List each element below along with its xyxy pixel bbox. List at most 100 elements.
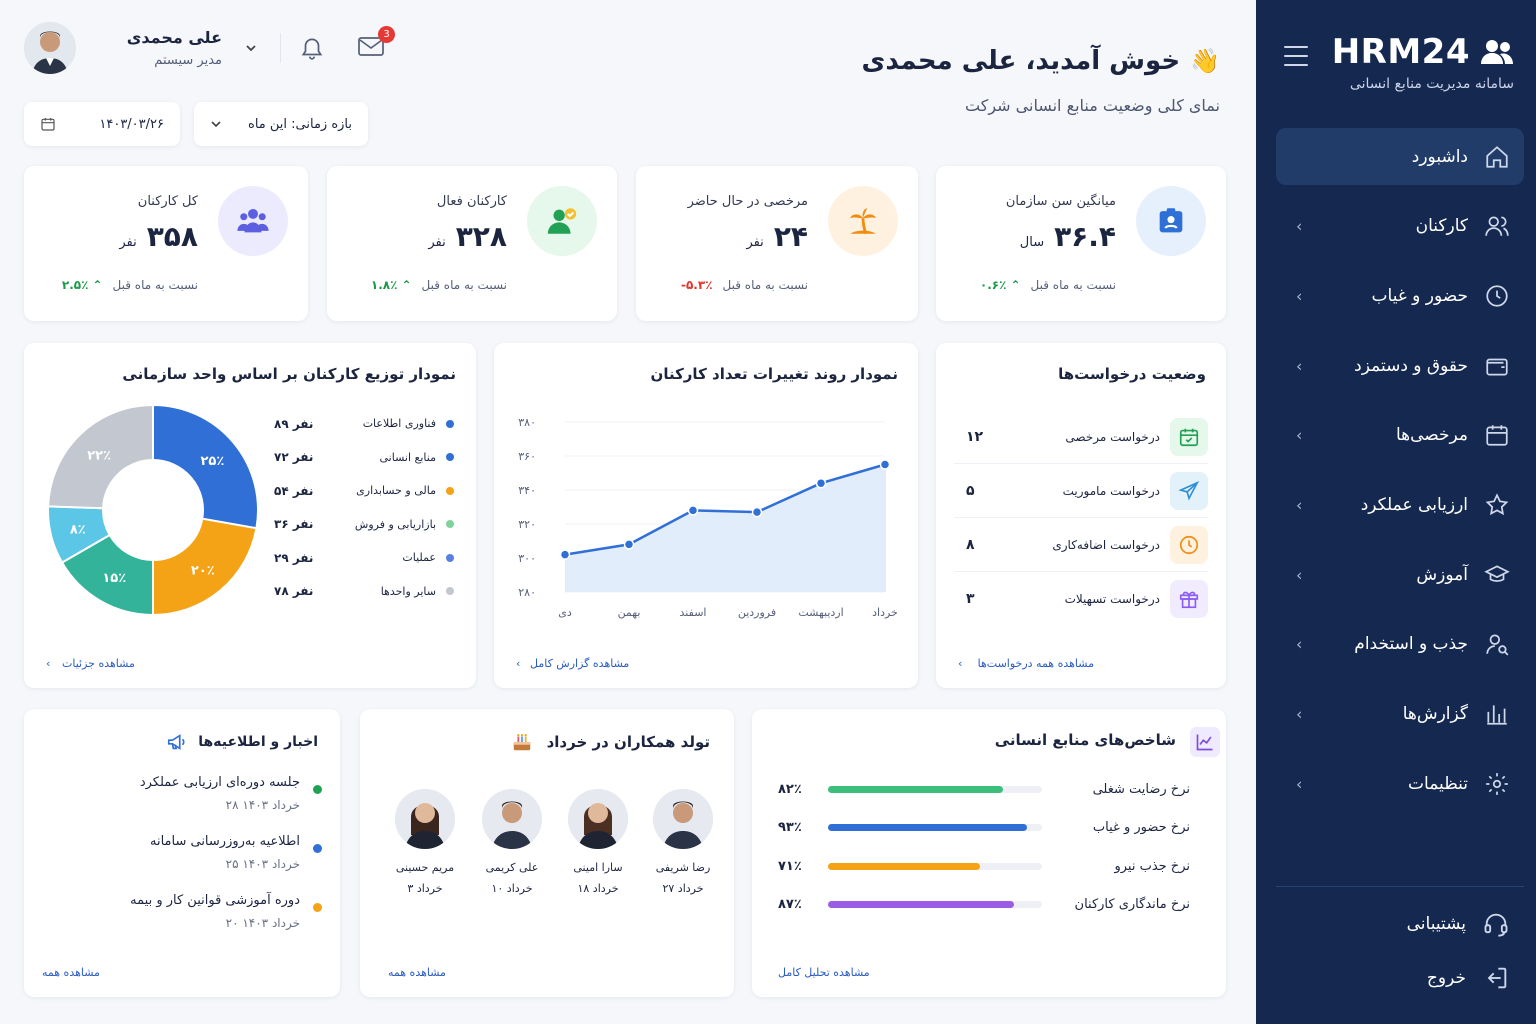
birthday-person[interactable]: سارا امینی ۱۸ خرداد <box>563 789 633 895</box>
kpi-progress-track <box>828 785 1042 793</box>
arrow-up-icon: ⌃ <box>1010 278 1021 292</box>
data-point[interactable] <box>687 505 699 516</box>
sidebar-item-4[interactable]: ‹ مرخصی‌ها <box>1276 407 1524 464</box>
sidebar-item-logout[interactable]: خروج <box>1427 964 1510 992</box>
stat-card: کارکنان فعال ۳۲۸ نفر نسبت به ماه قبل ⌃ ۱.۸٪ <box>327 166 617 321</box>
news-item[interactable]: جلسه دوره‌ای ارزیابی عملکرد ۲۸ خرداد ۱۴۰۳ <box>60 775 322 812</box>
sidebar-item-label: حقوق و دستمزد <box>1354 355 1468 376</box>
request-row[interactable]: ۵ درخواست ماموریت <box>954 464 1208 518</box>
sidebar-item-6[interactable]: ‹ آموزش <box>1276 546 1524 603</box>
data-point[interactable] <box>879 459 891 470</box>
legend-value: ۷۸ نفر <box>274 584 314 598</box>
date-picker[interactable]: ۱۴۰۳/۰۳/۲۶ <box>24 102 180 146</box>
sidebar-item-9[interactable]: ‹ تنظیمات <box>1276 755 1524 812</box>
mail-button[interactable]: 3 <box>357 26 395 62</box>
news-dot <box>313 785 322 794</box>
chevron-left-icon: ‹ <box>516 657 521 670</box>
news-headline: دوره آموزشی قوانین کار و بیمه <box>130 893 300 908</box>
menu-toggle-icon[interactable] <box>1284 46 1308 66</box>
chevron-down-icon[interactable] <box>244 41 258 55</box>
graduation-cap-icon <box>1484 562 1510 588</box>
x-tick-label: دی <box>558 606 572 619</box>
request-row[interactable]: ۳ درخواست تسهیلات <box>954 572 1208 626</box>
view-all-birthdays-link[interactable]: مشاهده همه <box>388 966 446 979</box>
sidebar-item-0[interactable]: داشبورد <box>1276 128 1524 185</box>
stat-compare-label: نسبت به ماه قبل <box>722 278 808 292</box>
stat-value: ۲۴ <box>773 220 808 253</box>
avatar[interactable] <box>24 22 76 74</box>
kpi-title: شاخص‌های منابع انسانی <box>994 731 1176 749</box>
news-item[interactable]: دوره آموزشی قوانین کار و بیمه ۲۰ خرداد ۱۴… <box>60 893 322 930</box>
kpi-label: نرخ حضور و غیاب <box>1092 820 1190 835</box>
legend-item: ۵۴ نفر مالی و حسابداری <box>274 483 454 498</box>
brand-subtitle: سامانه مدیریت منابع انسانی <box>1349 76 1514 92</box>
birthday-person[interactable]: رضا شریفی ۲۷ خرداد <box>648 789 718 895</box>
kpi-row: نرخ رضایت شغلی ۸۲٪ <box>778 779 1190 799</box>
chevron-left-icon: ‹ <box>1296 286 1303 306</box>
legend-dot <box>446 453 454 461</box>
news-title: اخبار و اطلاعیه‌ها <box>198 734 318 750</box>
birthday-date: ۱۰ خرداد <box>491 882 533 895</box>
employee-trend-card: نمودار روند تغییرات تعداد کارکنان ۲۸۰ ۳۰۰… <box>494 343 918 688</box>
request-label: درخواست مرخصی <box>1065 429 1160 444</box>
chevron-left-icon: ‹ <box>46 657 51 670</box>
birthday-date: ۲۷ خرداد <box>662 882 704 895</box>
data-point[interactable] <box>815 477 827 489</box>
view-full-report-label: مشاهده گزارش کامل <box>530 657 630 670</box>
legend-value: ۵۴ نفر <box>274 483 314 498</box>
request-row[interactable]: ۸ درخواست اضافه‌کاری <box>954 518 1208 572</box>
view-full-report-link[interactable]: مشاهده گزارش کامل <box>530 657 629 670</box>
user-menu[interactable]: علی محمدی مدیر سیستم 3 <box>24 22 395 74</box>
view-all-requests-link[interactable]: مشاهده همه درخواست‌ها <box>978 657 1094 670</box>
user-check-icon <box>527 186 597 256</box>
stat-title: مرخصی در حال حاضر <box>687 194 808 209</box>
birthdays-card: تولد همکاران در خرداد رضا شریفی ۲۷ خرداد س… <box>360 709 734 997</box>
birthday-date: ۳ خرداد <box>407 882 443 895</box>
sidebar-item-label: آموزش <box>1416 564 1468 585</box>
avatar <box>395 789 455 849</box>
distribution-title: نمودار توزیع کارکنان بر اساس واحد سازمان… <box>122 365 456 383</box>
view-all-news-link[interactable]: مشاهده همه <box>42 966 100 979</box>
birthday-person[interactable]: مریم حسینی ۳ خرداد <box>390 789 460 895</box>
news-date: ۲۸ خرداد ۱۴۰۳ <box>225 798 300 812</box>
stat-compare-label: نسبت به ماه قبل <box>1030 278 1116 292</box>
arrow-up-icon: ⌃ <box>401 278 412 292</box>
stat-title: کارکنان فعال <box>436 194 507 209</box>
user-role: مدیر سیستم <box>154 53 222 68</box>
view-all-news-label: مشاهده همه <box>42 966 100 979</box>
stat-unit: نفر <box>119 235 137 250</box>
birthdays-header: تولد همکاران در خرداد <box>511 731 710 753</box>
bell-icon[interactable] <box>299 35 325 61</box>
view-details-link[interactable]: مشاهده جزئیات <box>62 657 135 670</box>
person-name: رضا شریفی <box>655 861 711 874</box>
id-card-icon <box>1136 186 1206 256</box>
sidebar-item-5[interactable]: ‹ ارزیابی عملکرد <box>1276 476 1524 533</box>
request-row[interactable]: ۱۲ درخواست مرخصی <box>954 410 1208 464</box>
sidebar-item-7[interactable]: ‹ جذب و استخدام <box>1276 616 1524 673</box>
stat-value: ۳۵۸ <box>146 220 198 253</box>
divider <box>1276 886 1524 887</box>
view-full-analysis-link[interactable]: مشاهده تحلیل کامل <box>778 966 870 979</box>
legend-item: ۳۶ نفر بازاریابی و فروش <box>274 517 454 531</box>
sidebar-item-2[interactable]: ‹ حضور و غیاب <box>1276 267 1524 324</box>
birthday-person[interactable]: علی کریمی ۱۰ خرداد <box>477 789 547 895</box>
period-filter-select[interactable]: بازه زمانی: این ماه <box>194 102 368 146</box>
news-item[interactable]: اطلاعیه به‌روزرسانی سامانه ۲۵ خرداد ۱۴۰۳ <box>60 834 322 871</box>
data-point[interactable] <box>623 539 635 550</box>
plane-icon <box>1170 471 1208 510</box>
kpi-progress-fill <box>828 824 1028 831</box>
sidebar-item-8[interactable]: ‹ گزارش‌ها <box>1276 686 1524 743</box>
sidebar-item-3[interactable]: ‹ حقوق و دستمزد <box>1276 337 1524 394</box>
legend-value: ۳۶ نفر <box>274 517 314 531</box>
data-point[interactable] <box>751 506 763 518</box>
logout-label: خروج <box>1426 968 1466 988</box>
stat-change: ۰.۶٪ <box>979 278 1007 292</box>
sidebar-item-support[interactable]: پشتیبانی <box>1407 910 1510 938</box>
chevron-left-icon: ‹ <box>1296 774 1303 794</box>
sidebar-item-label: جذب و استخدام <box>1354 634 1468 655</box>
data-point[interactable] <box>559 549 571 560</box>
date-value: ۱۴۰۳/۰۳/۲۶ <box>99 116 164 132</box>
sidebar-item-1[interactable]: ‹ کارکنان <box>1276 198 1524 255</box>
kpi-label: نرخ جذب نیرو <box>1114 858 1190 874</box>
clock-icon <box>1484 283 1510 309</box>
